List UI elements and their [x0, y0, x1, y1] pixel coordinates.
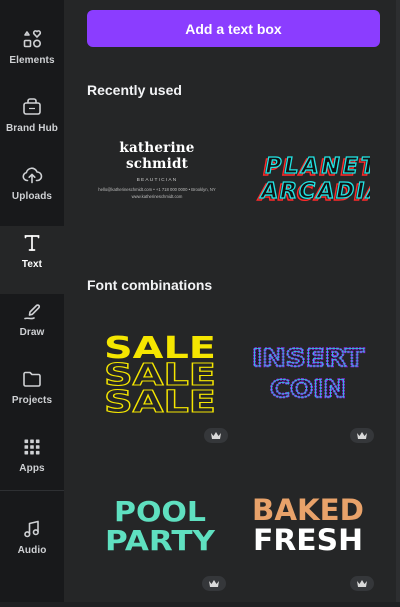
- projects-icon: [21, 368, 43, 390]
- rail-label-audio: Audio: [17, 545, 47, 556]
- rail-label-draw: Draw: [19, 327, 45, 338]
- rail-label-brand-hub: Brand Hub: [5, 123, 58, 134]
- premium-crown-icon: [350, 428, 374, 443]
- combo-template-insert-coin[interactable]: INSERT INSERT COIN COIN: [248, 342, 368, 404]
- rail-item-uploads[interactable]: Uploads: [0, 158, 64, 226]
- elements-icon: [21, 28, 43, 50]
- draw-icon: [21, 300, 43, 322]
- rail-label-elements: Elements: [9, 55, 55, 66]
- baked-line1: BAKED: [252, 493, 364, 527]
- rail-item-text[interactable]: Text: [0, 226, 64, 294]
- font-combinations-title: Font combinations: [87, 277, 213, 293]
- premium-crown-icon: [202, 576, 226, 591]
- sale-line3: SALE: [104, 385, 216, 416]
- rail-label-projects: Projects: [11, 395, 53, 406]
- planet-line2: ARCADIA: [258, 178, 370, 204]
- katherine-role: BEAUTICIAN: [136, 178, 178, 183]
- insert-line1-glow: INSERT: [252, 344, 365, 372]
- rail-item-brand-hub[interactable]: Brand Hub: [0, 90, 64, 158]
- combo-template-sale[interactable]: SALE SALE SALE: [100, 330, 220, 421]
- rail-label-text: Text: [21, 259, 43, 270]
- rail-item-apps[interactable]: Apps: [0, 430, 64, 498]
- rail-item-audio[interactable]: Audio: [0, 512, 64, 580]
- brand-hub-icon: [21, 96, 43, 118]
- rail-divider: [0, 490, 64, 491]
- katherine-name-line2: schmidt: [125, 156, 189, 172]
- pool-line2: PARTY: [105, 524, 216, 554]
- panel-scrollbar[interactable]: [396, 0, 400, 607]
- katherine-name-line1: katherine: [119, 140, 195, 156]
- rail-item-elements[interactable]: Elements: [0, 22, 64, 90]
- bottom-edge: [0, 602, 400, 607]
- baked-line2: FRESH: [253, 523, 363, 554]
- planet-line1: PLANET: [263, 153, 370, 179]
- text-icon: [21, 232, 43, 254]
- add-text-box-button[interactable]: Add a text box: [87, 10, 380, 47]
- uploads-icon: [21, 164, 43, 186]
- insert-line2-glow: COIN: [270, 375, 346, 403]
- combo-template-pool-party[interactable]: POOL PARTY: [104, 494, 216, 557]
- recent-template-katherine[interactable]: katherine schmidt BEAUTICIAN hello@kathe…: [82, 140, 232, 220]
- audio-icon: [21, 518, 43, 540]
- recently-used-title: Recently used: [87, 82, 182, 98]
- premium-crown-icon: [204, 428, 228, 443]
- apps-icon: [21, 436, 43, 458]
- recent-template-planet-arcadia[interactable]: PLANET PLANET ARCADIA ARCADIA: [252, 150, 388, 210]
- rail-item-draw[interactable]: Draw: [0, 294, 64, 362]
- katherine-website: www.katherineschmidt.com: [131, 194, 183, 199]
- katherine-contact: hello@katherineschmidt.com • +1 718 000 …: [98, 187, 216, 192]
- premium-crown-icon: [350, 576, 374, 591]
- side-rail: Elements Brand Hub Uploads Text Draw Pro…: [0, 0, 64, 607]
- rail-label-uploads: Uploads: [11, 191, 53, 202]
- rail-label-apps: Apps: [19, 463, 45, 474]
- rail-item-projects[interactable]: Projects: [0, 362, 64, 430]
- text-panel: Add a text box Recently used katherine s…: [64, 0, 400, 607]
- combo-template-baked-fresh[interactable]: BAKED FRESH: [250, 492, 366, 557]
